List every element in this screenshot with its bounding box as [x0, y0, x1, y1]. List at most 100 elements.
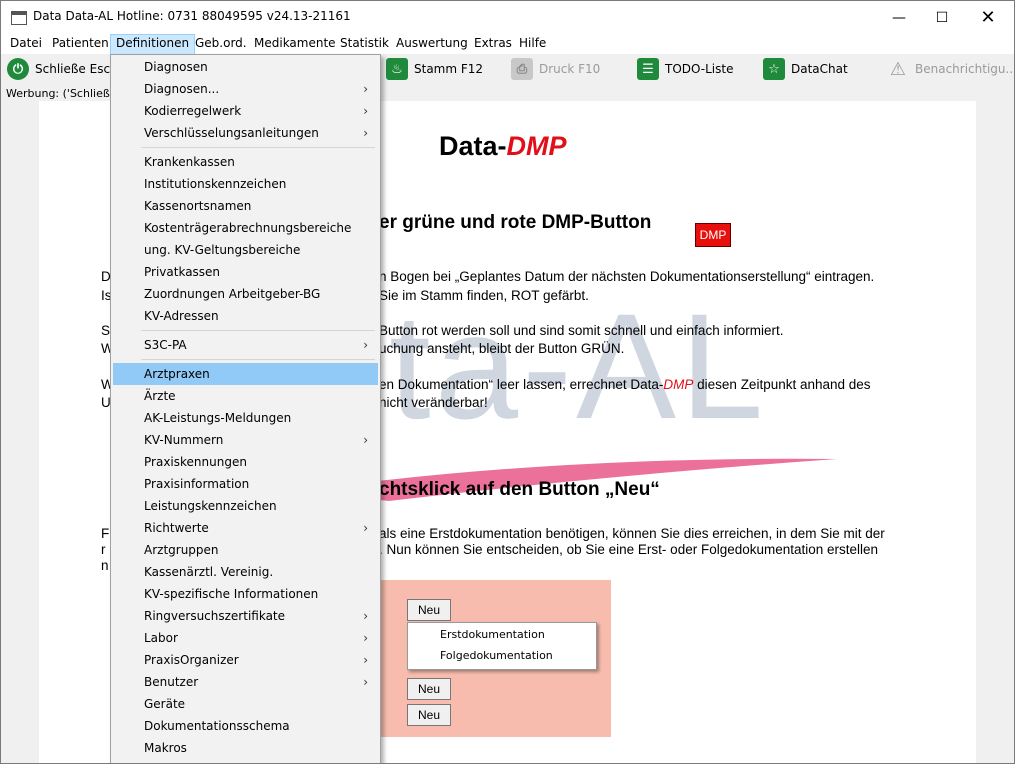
menuitem-krankenkassen[interactable]: Krankenkassen: [113, 151, 378, 173]
left-frag-3: S: [101, 323, 111, 338]
datachat-button[interactable]: ☆ DataChat: [763, 56, 848, 82]
menuitem-kassenaerztl-vereinig[interactable]: Kassenärztl. Vereinig.: [113, 561, 378, 583]
chevron-right-icon: ›: [363, 675, 368, 689]
context-menu: Erstdokumentation Folgedokumentation: [407, 622, 597, 670]
menu-separator: [141, 330, 375, 331]
menuitem-label: Verschlüsselungsanleitungen: [144, 126, 319, 140]
menuitem-arztpraxen[interactable]: Arztpraxen: [113, 363, 378, 385]
menuitem-label: Praxiskennungen: [144, 455, 247, 469]
menuitem-aerzte[interactable]: Ärzte: [113, 385, 378, 407]
minimize-icon[interactable]: —: [876, 1, 922, 34]
chevron-right-icon: ›: [363, 521, 368, 535]
heading-neu: chtsklick auf den Button „Neu“: [379, 479, 660, 500]
menuitem-kv-geltungsbereiche[interactable]: ung. KV-Geltungsbereiche: [113, 239, 378, 261]
menuitem-label: Zuordnungen Arbeitgeber-BG: [144, 287, 321, 301]
menuitem-label: Ärzte: [144, 389, 176, 403]
menuitem-arztgruppen[interactable]: Arztgruppen: [113, 539, 378, 561]
para3-line2: nicht veränderbar!: [379, 395, 488, 410]
neu-button-3[interactable]: Neu: [407, 704, 451, 726]
menuitem-label: KV-Adressen: [144, 309, 219, 323]
menu-definitionen[interactable]: Definitionen: [110, 34, 196, 55]
menu-hilfe[interactable]: Hilfe: [514, 34, 551, 53]
close-app-button[interactable]: ⏻ Schließe Esc: [7, 56, 110, 82]
menuitem-label: Leistungskennzeichen: [144, 499, 277, 513]
menuitem-praxisinformation[interactable]: Praxisinformation: [113, 473, 378, 495]
menuitem-zuordnungen-bg[interactable]: Zuordnungen Arbeitgeber-BG: [113, 283, 378, 305]
menuitem-label: S3C-PA: [144, 338, 187, 352]
dmp-red-button[interactable]: DMP: [695, 223, 731, 247]
menuitem-label: Benutzer: [144, 675, 199, 689]
stamm-label: Stamm F12: [414, 62, 484, 76]
ctx-erstdokumentation[interactable]: Erstdokumentation: [440, 628, 545, 641]
menuitem-praxiskennungen[interactable]: Praxiskennungen: [113, 451, 378, 473]
menuitem-label: PraxisOrganizer: [144, 653, 239, 667]
menuitem-richtwerte[interactable]: Richtwerte ›: [113, 517, 378, 539]
menuitem-labor[interactable]: Labor ›: [113, 627, 378, 649]
menuitem-leistungskennzeichen[interactable]: Leistungskennzeichen: [113, 495, 378, 517]
neu-button-1[interactable]: Neu: [407, 599, 451, 621]
menuitem-institutionskennzeichen[interactable]: Institutionskennzeichen: [113, 173, 378, 195]
tree-icon: ♨: [386, 58, 408, 80]
menu-medikamente[interactable]: Medikamente: [249, 34, 341, 53]
ctx-folgedokumentation[interactable]: Folgedokumentation: [440, 649, 553, 662]
para4-line2: . Nun können Sie entscheiden, ob Sie ein…: [379, 542, 879, 557]
menuitem-label: Kodierregelwerk: [144, 104, 242, 118]
menuitem-benutzer[interactable]: Benutzer ›: [113, 671, 378, 693]
benachrichtigung-label: Benachrichtigu...: [915, 62, 1015, 76]
druck-label: Druck F10: [539, 62, 601, 76]
menuitem-label: Arztpraxen: [144, 367, 210, 381]
menuitem-kassenortsnamen[interactable]: Kassenortsnamen: [113, 195, 378, 217]
todo-button[interactable]: ☰ TODO-Liste: [637, 56, 733, 82]
menuitem-kostentraeger[interactable]: Kostenträgerabrechnungsbereiche: [113, 217, 378, 239]
menuitem-diagnosen-sub[interactable]: Diagnosen... ›: [113, 78, 378, 100]
menuitem-label: KV-spezifische Informationen: [144, 587, 319, 601]
window-title: Data Data-AL Hotline: 0731 88049595 v24.…: [33, 9, 351, 23]
benachrichtigung-button[interactable]: ⚠ Benachrichtigu...: [887, 56, 1015, 82]
maximize-icon[interactable]: ☐: [919, 1, 965, 34]
left-frag-8: r: [101, 542, 106, 557]
left-frag-9: n: [101, 558, 109, 573]
menuitem-privatkassen[interactable]: Privatkassen: [113, 261, 378, 283]
menuitem-ringversuchszertifikate[interactable]: Ringversuchszertifikate ›: [113, 605, 378, 627]
menuitem-dokumentationsschema[interactable]: Dokumentationsschema: [113, 715, 378, 737]
menu-patienten[interactable]: Patienten: [47, 34, 114, 53]
heading-dmp-button: er grüne und rote DMP-Button: [379, 212, 652, 233]
menuitem-label: Institutionskennzeichen: [144, 177, 287, 191]
druck-button[interactable]: ⎙ Druck F10: [511, 56, 600, 82]
menuitem-verschluesselungsanleitungen[interactable]: Verschlüsselungsanleitungen ›: [113, 122, 378, 144]
chevron-right-icon: ›: [363, 433, 368, 447]
close-icon[interactable]: ✕: [965, 1, 1011, 34]
para3-dmp: DMP: [663, 377, 694, 392]
menu-geb-ord[interactable]: Geb.ord.: [190, 34, 252, 53]
para1-line1: n Bogen bei „Geplantes Datum der nächste…: [379, 269, 875, 284]
watermark: ta-AL: [389, 282, 768, 450]
chevron-right-icon: ›: [363, 609, 368, 623]
werbung-label: Werbung: ('Schließe: [6, 87, 117, 100]
menuitem-kodierregelwerk[interactable]: Kodierregelwerk ›: [113, 100, 378, 122]
menuitem-diagnosen[interactable]: Diagnosen: [113, 56, 378, 78]
menuitem-label: Kassenortsnamen: [144, 199, 252, 213]
neu-button-2[interactable]: Neu: [407, 678, 451, 700]
menuitem-kv-adressen[interactable]: KV-Adressen: [113, 305, 378, 327]
menuitem-geraete[interactable]: Geräte: [113, 693, 378, 715]
app-icon: [11, 11, 27, 25]
menu-statistik[interactable]: Statistik: [335, 34, 394, 53]
menuitem-praxisorganizer[interactable]: PraxisOrganizer ›: [113, 649, 378, 671]
menuitem-kv-spezifische-info[interactable]: KV-spezifische Informationen: [113, 583, 378, 605]
menuitem-ak-leistungs-meldungen[interactable]: AK-Leistungs-Meldungen: [113, 407, 378, 429]
menuitem-s3c-pa[interactable]: S3C-PA ›: [113, 334, 378, 356]
menu-extras[interactable]: Extras: [469, 34, 517, 53]
para3-line1: en Dokumentation“ leer lassen, errechnet…: [379, 377, 871, 392]
menu-datei[interactable]: Datei: [5, 34, 47, 53]
chevron-right-icon: ›: [363, 338, 368, 352]
menuitem-kv-nummern[interactable]: KV-Nummern ›: [113, 429, 378, 451]
stamm-button[interactable]: ♨ Stamm F12: [386, 56, 483, 82]
warning-icon: ⚠: [889, 58, 907, 80]
close-app-label: Schließe Esc: [35, 62, 111, 76]
menu-auswertung[interactable]: Auswertung: [391, 34, 473, 53]
power-icon: ⏻: [7, 58, 29, 80]
para2-line2: uchung ansteht, bleibt der Button GRÜN.: [379, 341, 625, 356]
logo-part-a: Data-: [439, 131, 507, 161]
printer-icon: ⎙: [511, 58, 533, 80]
menuitem-makros[interactable]: Makros: [113, 737, 378, 759]
